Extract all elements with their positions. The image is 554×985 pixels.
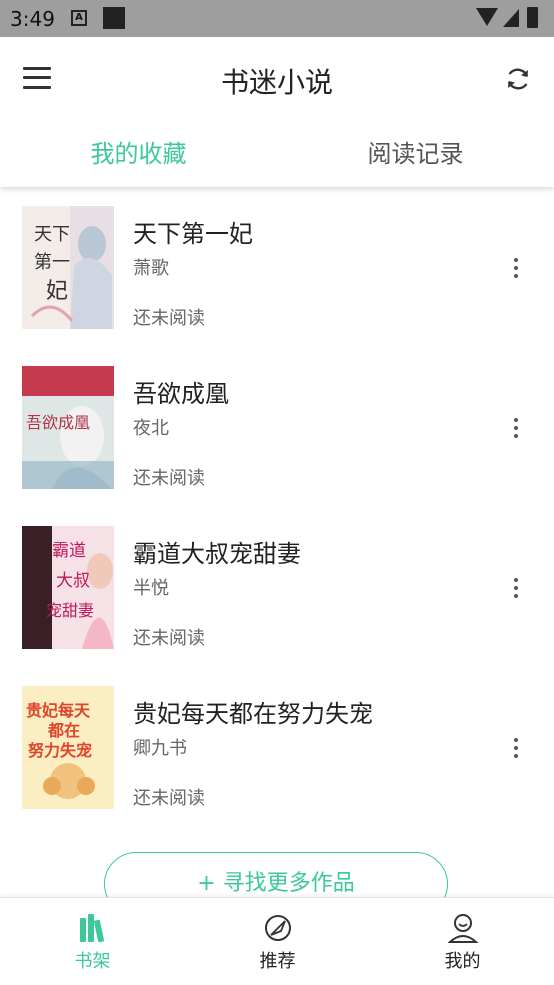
book-author: 半悦	[133, 578, 169, 599]
battery-icon	[527, 7, 538, 28]
wifi-icon	[476, 8, 498, 26]
book-title: 霸道大叔宠甜妻	[133, 540, 301, 568]
user-icon	[447, 912, 479, 944]
book-author: 萧歌	[133, 258, 169, 279]
list-item[interactable]: 霸道 大叔 宠甜妻 霸道大叔宠甜妻 半悦 还未阅读	[0, 510, 554, 670]
read-status: 还未阅读	[133, 308, 205, 329]
cover-text-line: 霸道	[52, 541, 86, 561]
cover-text-line: 大叔	[56, 571, 90, 591]
book-title: 天下第一妃	[133, 220, 253, 248]
cover-text-line: 宠甜妻	[46, 601, 94, 620]
book-title: 吾欲成凰	[133, 380, 229, 408]
notification-square-icon	[103, 7, 125, 29]
cover-text-line: 第一	[34, 252, 70, 273]
nav-recommend[interactable]: 推荐	[185, 898, 370, 985]
cover-text-line: 天下	[34, 224, 70, 245]
book-cover: 吾欲成凰	[22, 366, 114, 489]
book-cover: 天下 第一 妃	[22, 206, 114, 329]
compass-icon	[263, 912, 293, 944]
nav-label: 推荐	[259, 951, 296, 972]
book-cover: 贵妃每天 都在 努力失宠	[22, 686, 114, 809]
cover-text-line: 贵妃每天	[26, 701, 91, 720]
app-bar: 书迷小说	[0, 37, 554, 121]
page-title: 书迷小说	[220, 66, 333, 99]
bookshelf-icon	[78, 912, 108, 944]
bottom-nav: 书架 推荐 我的	[0, 897, 554, 985]
tab-reading-history[interactable]: 阅读记录	[277, 121, 554, 187]
read-status: 还未阅读	[133, 788, 205, 809]
cover-text-line: 努力失宠	[28, 741, 92, 760]
refresh-icon[interactable]	[504, 65, 532, 93]
book-title: 贵妃每天都在努力失宠	[133, 700, 373, 728]
notification-a-icon: A	[71, 10, 87, 26]
more-options-icon[interactable]	[504, 254, 528, 282]
read-status: 还未阅读	[133, 468, 205, 489]
nav-label: 我的	[444, 951, 481, 972]
signal-icon	[503, 9, 519, 27]
status-time: 3:49	[10, 7, 55, 31]
more-options-icon[interactable]	[504, 574, 528, 602]
nav-profile[interactable]: 我的	[370, 898, 554, 985]
list-item[interactable]: 贵妃每天 都在 努力失宠 贵妃每天都在努力失宠 卿九书 还未阅读	[0, 670, 554, 830]
more-options-icon[interactable]	[504, 414, 528, 442]
cover-text-line: 都在	[47, 721, 80, 740]
cover-text-line: 吾欲成凰	[26, 413, 90, 432]
cover-text-line: 妃	[46, 279, 68, 304]
status-bar: 3:49 A	[0, 0, 554, 37]
book-author: 夜北	[133, 418, 169, 439]
nav-bookshelf[interactable]: 书架	[0, 898, 185, 985]
list-item[interactable]: 吾欲成凰 吾欲成凰 夜北 还未阅读	[0, 350, 554, 510]
list-item[interactable]: 天下 第一 妃 天下第一妃 萧歌 还未阅读	[0, 190, 554, 350]
more-options-icon[interactable]	[504, 734, 528, 762]
read-status: 还未阅读	[133, 628, 205, 649]
nav-label: 书架	[74, 951, 111, 972]
tab-favorites[interactable]: 我的收藏	[0, 121, 277, 187]
book-cover: 霸道 大叔 宠甜妻	[22, 526, 114, 649]
book-author: 卿九书	[133, 738, 187, 759]
tab-bar: 我的收藏 阅读记录	[0, 121, 554, 187]
